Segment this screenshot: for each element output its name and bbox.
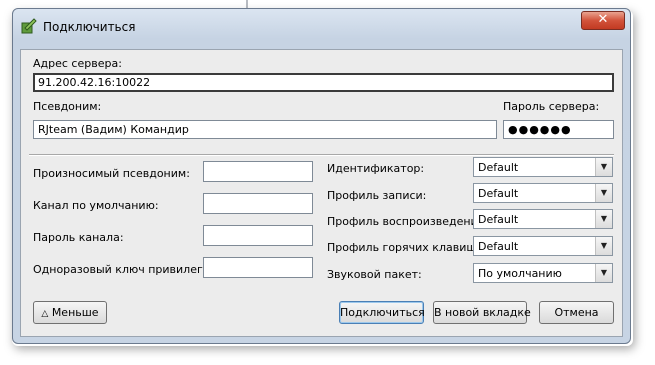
capture-profile-label: Профиль записи: (327, 189, 427, 202)
phonetic-nickname-input[interactable] (203, 161, 313, 182)
capture-profile-value: Default (478, 187, 519, 200)
server-address-input[interactable]: 91.200.42.16:10022 (33, 73, 614, 92)
channel-password-label: Пароль канала: (33, 231, 124, 244)
identity-label: Идентификатор: (327, 162, 425, 175)
nickname-label: Псевдоним: (33, 100, 102, 113)
playback-profile-value: Default (478, 213, 519, 226)
teamspeak-connect-icon (21, 18, 37, 34)
connect-button[interactable]: Подключиться (339, 301, 425, 324)
server-address-label: Адрес сервера: (33, 57, 122, 70)
less-button-label: Меньше (51, 306, 99, 319)
hotkey-profile-value: Default (478, 240, 519, 253)
privilege-key-label: Одноразовый ключ привилегий: (33, 263, 221, 276)
collapse-icon: △ (41, 309, 49, 319)
privilege-key-input[interactable] (203, 257, 313, 278)
chevron-down-icon: ▼ (595, 237, 612, 255)
chevron-down-icon: ▼ (595, 210, 612, 228)
hotkey-profile-label: Профиль горячих клавиш: (327, 241, 481, 254)
channel-password-input[interactable] (203, 225, 313, 246)
sound-pack-select[interactable]: По умолчанию ▼ (473, 263, 613, 283)
section-divider (29, 154, 614, 156)
phonetic-nickname-label: Произносимый псевдоним: (33, 167, 190, 180)
server-password-label: Пароль сервера: (503, 100, 600, 113)
chevron-down-icon: ▼ (595, 158, 612, 176)
connect-dialog: Подключиться ✕ Адрес сервера: 91.200.42.… (12, 8, 631, 344)
window-title: Подключиться (43, 20, 136, 34)
capture-profile-select[interactable]: Default ▼ (473, 183, 613, 203)
dialog-content: Адрес сервера: 91.200.42.16:10022 Псевдо… (20, 49, 623, 337)
identity-select[interactable]: Default ▼ (473, 157, 613, 177)
server-password-input[interactable]: ●●●●●● (503, 120, 614, 139)
cancel-button[interactable]: Отмена (539, 301, 614, 324)
less-button[interactable]: △ Меньше (33, 301, 107, 324)
title-bar[interactable]: Подключиться ✕ (13, 9, 630, 39)
nickname-input[interactable]: RJteam (Вадим) Командир (33, 120, 497, 139)
playback-profile-label: Профиль воспроизведения: (327, 215, 488, 228)
close-icon: ✕ (597, 12, 609, 27)
default-channel-input[interactable] (203, 193, 313, 214)
hotkey-profile-select[interactable]: Default ▼ (473, 236, 613, 256)
playback-profile-select[interactable]: Default ▼ (473, 209, 613, 229)
new-tab-button[interactable]: В новой вкладке (433, 301, 531, 324)
default-channel-label: Канал по умолчанию: (33, 199, 159, 212)
sound-pack-value: По умолчанию (478, 267, 562, 280)
chevron-down-icon: ▼ (595, 264, 612, 282)
identity-value: Default (478, 161, 519, 174)
sound-pack-label: Звуковой пакет: (327, 268, 422, 281)
chevron-down-icon: ▼ (595, 184, 612, 202)
close-button[interactable]: ✕ (581, 11, 625, 30)
